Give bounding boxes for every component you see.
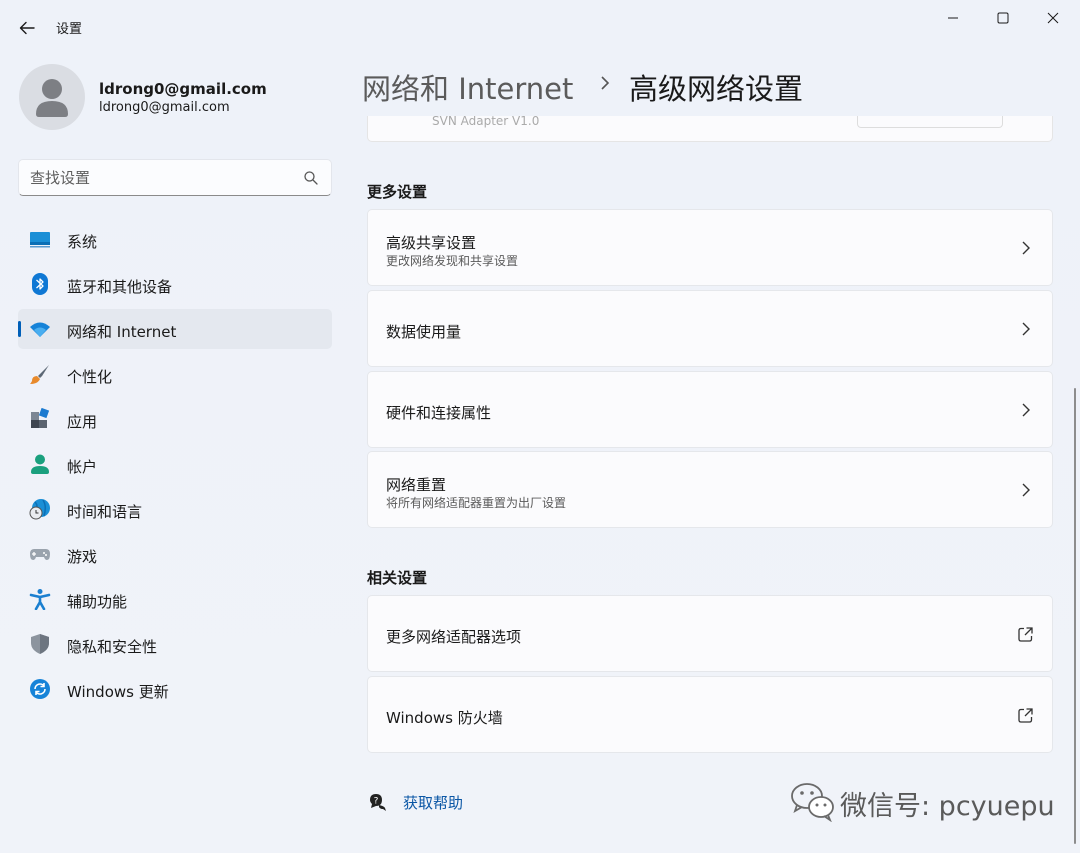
shield-icon — [31, 634, 49, 654]
sidebar-item-apps[interactable]: 应用 — [18, 399, 332, 439]
breadcrumb-parent[interactable]: 网络和 Internet — [362, 66, 573, 108]
settings-window: 设置 ldrong0@gmail.com ldrong0@gmail.com 系… — [0, 0, 1080, 853]
related-settings-title: 相关设置 — [367, 569, 428, 587]
system-icon — [30, 232, 50, 248]
chevron-right-icon — [1022, 322, 1030, 336]
advanced-sharing-card[interactable]: 高级共享设置 更改网络发现和共享设置 — [367, 209, 1053, 286]
sidebar-item-privacy[interactable]: 隐私和安全性 — [18, 624, 332, 664]
sidebar-item-label: 辅助功能 — [67, 593, 128, 611]
app-title: 设置 — [56, 22, 83, 37]
get-help-link[interactable]: 获取帮助 — [403, 792, 463, 813]
update-icon — [30, 679, 50, 699]
sidebar-item-accounts[interactable]: 帐户 — [18, 444, 332, 484]
card-title: Windows 防火墙 — [386, 709, 503, 727]
data-usage-card[interactable]: 数据使用量 — [367, 290, 1053, 367]
search-input[interactable] — [30, 167, 290, 189]
external-link-icon — [1018, 627, 1033, 642]
sidebar-item-label: 时间和语言 — [67, 503, 143, 521]
search-icon[interactable] — [303, 170, 319, 186]
back-button[interactable] — [12, 14, 42, 42]
chevron-right-icon — [601, 76, 610, 90]
network-reset-card[interactable]: 网络重置 将所有网络适配器重置为出厂设置 — [367, 451, 1053, 528]
content-area: SVN Adapter V1.0 更多设置 高级共享设置 更改网络发现和共享设置… — [367, 116, 1057, 853]
sidebar-item-windows-update[interactable]: Windows 更新 — [18, 669, 332, 709]
more-adapter-options-card[interactable]: 更多网络适配器选项 — [367, 595, 1053, 672]
sidebar-item-time-language[interactable]: 时间和语言 — [18, 489, 332, 529]
card-title: 更多网络适配器选项 — [386, 628, 522, 646]
adapter-action-button[interactable] — [857, 116, 1003, 128]
help-chat-icon[interactable]: ? — [367, 791, 387, 811]
sidebar-item-label: 个性化 — [67, 368, 113, 386]
active-indicator — [18, 321, 21, 337]
account-icon — [31, 454, 49, 474]
hardware-properties-card[interactable]: 硬件和连接属性 — [367, 371, 1053, 448]
card-subtitle: 更改网络发现和共享设置 — [386, 254, 519, 268]
sidebar-item-bluetooth[interactable]: 蓝牙和其他设备 — [18, 264, 332, 304]
close-icon — [1047, 12, 1059, 24]
search-box[interactable] — [18, 159, 332, 196]
sidebar-item-network[interactable]: 网络和 Internet — [18, 309, 332, 349]
sidebar-item-label: 蓝牙和其他设备 — [67, 278, 173, 296]
page-title: 高级网络设置 — [629, 72, 804, 106]
apps-icon — [31, 408, 50, 428]
scrollbar[interactable] — [1074, 388, 1076, 844]
sidebar-item-label: 隐私和安全性 — [67, 638, 158, 656]
user-name: ldrong0@gmail.com — [99, 80, 267, 98]
maximize-button[interactable] — [980, 4, 1026, 32]
user-email: ldrong0@gmail.com — [99, 100, 230, 115]
more-settings-title: 更多设置 — [367, 183, 428, 201]
sidebar-item-label: 网络和 Internet — [67, 323, 177, 341]
sidebar-item-label: Windows 更新 — [67, 683, 169, 701]
watermark-text: 微信号: pcyuepu — [840, 791, 1055, 822]
sidebar-item-label: 应用 — [67, 413, 98, 431]
minimize-button[interactable] — [930, 4, 976, 32]
sidebar-item-gaming[interactable]: 游戏 — [18, 534, 332, 574]
back-arrow-icon — [19, 21, 35, 35]
card-title: 网络重置 — [386, 476, 447, 494]
bluetooth-icon — [32, 273, 48, 295]
title-bar: 设置 — [0, 0, 1080, 50]
chevron-right-icon — [1022, 241, 1030, 255]
sidebar-nav: 系统 蓝牙和其他设备 网络和 Internet 个性化 应用 帐户 时间和语言 — [18, 219, 332, 714]
wechat-icon — [791, 783, 834, 822]
card-title: 数据使用量 — [386, 323, 462, 341]
sidebar-item-system[interactable]: 系统 — [18, 219, 332, 259]
sidebar-item-accessibility[interactable]: 辅助功能 — [18, 579, 332, 619]
maximize-icon — [997, 12, 1009, 24]
close-button[interactable] — [1030, 4, 1076, 32]
brush-icon — [30, 365, 49, 384]
card-title: 硬件和连接属性 — [386, 404, 492, 422]
external-link-icon — [1018, 708, 1033, 723]
chevron-right-icon — [1022, 403, 1030, 417]
accessibility-icon — [29, 589, 51, 610]
svg-text:?: ? — [374, 797, 379, 807]
user-silhouette-icon — [36, 79, 68, 117]
sidebar-item-personalization[interactable]: 个性化 — [18, 354, 332, 394]
chevron-right-icon — [1022, 483, 1030, 497]
card-title: 高级共享设置 — [386, 234, 477, 252]
avatar[interactable] — [19, 64, 85, 130]
windows-firewall-card[interactable]: Windows 防火墙 — [367, 676, 1053, 753]
adapter-name: SVN Adapter V1.0 — [432, 116, 540, 128]
wifi-icon — [30, 322, 50, 337]
minimize-icon — [948, 17, 958, 19]
sidebar-item-label: 帐户 — [67, 458, 98, 476]
adapter-card-partial: SVN Adapter V1.0 — [367, 116, 1053, 142]
globe-clock-icon — [29, 499, 50, 520]
sidebar-item-label: 游戏 — [67, 548, 98, 566]
sidebar-item-label: 系统 — [67, 233, 98, 251]
card-subtitle: 将所有网络适配器重置为出厂设置 — [386, 496, 567, 510]
gamepad-icon — [30, 549, 50, 560]
